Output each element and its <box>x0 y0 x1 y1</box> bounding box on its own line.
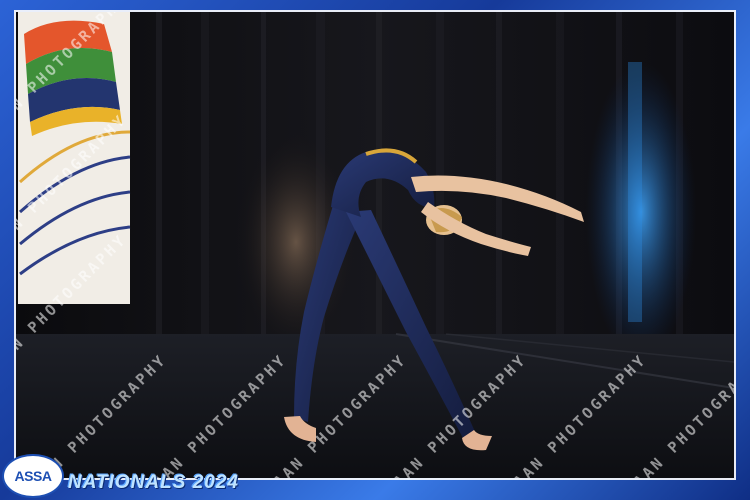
assa-logo: ASSA <box>4 456 62 496</box>
stage-photo <box>16 12 734 478</box>
photo-frame: IRENAAN PHOTOGRAPHY IRENAAN PHOTOGRAPHY … <box>0 0 750 500</box>
stage-floor <box>16 334 734 478</box>
footer: ASSA NATIONALS 2024 <box>0 456 750 500</box>
stage-photo-art <box>16 12 734 478</box>
banner-flag <box>18 12 131 304</box>
logo-text: ASSA <box>14 468 52 484</box>
event-title: NATIONALS 2024 <box>68 472 239 493</box>
